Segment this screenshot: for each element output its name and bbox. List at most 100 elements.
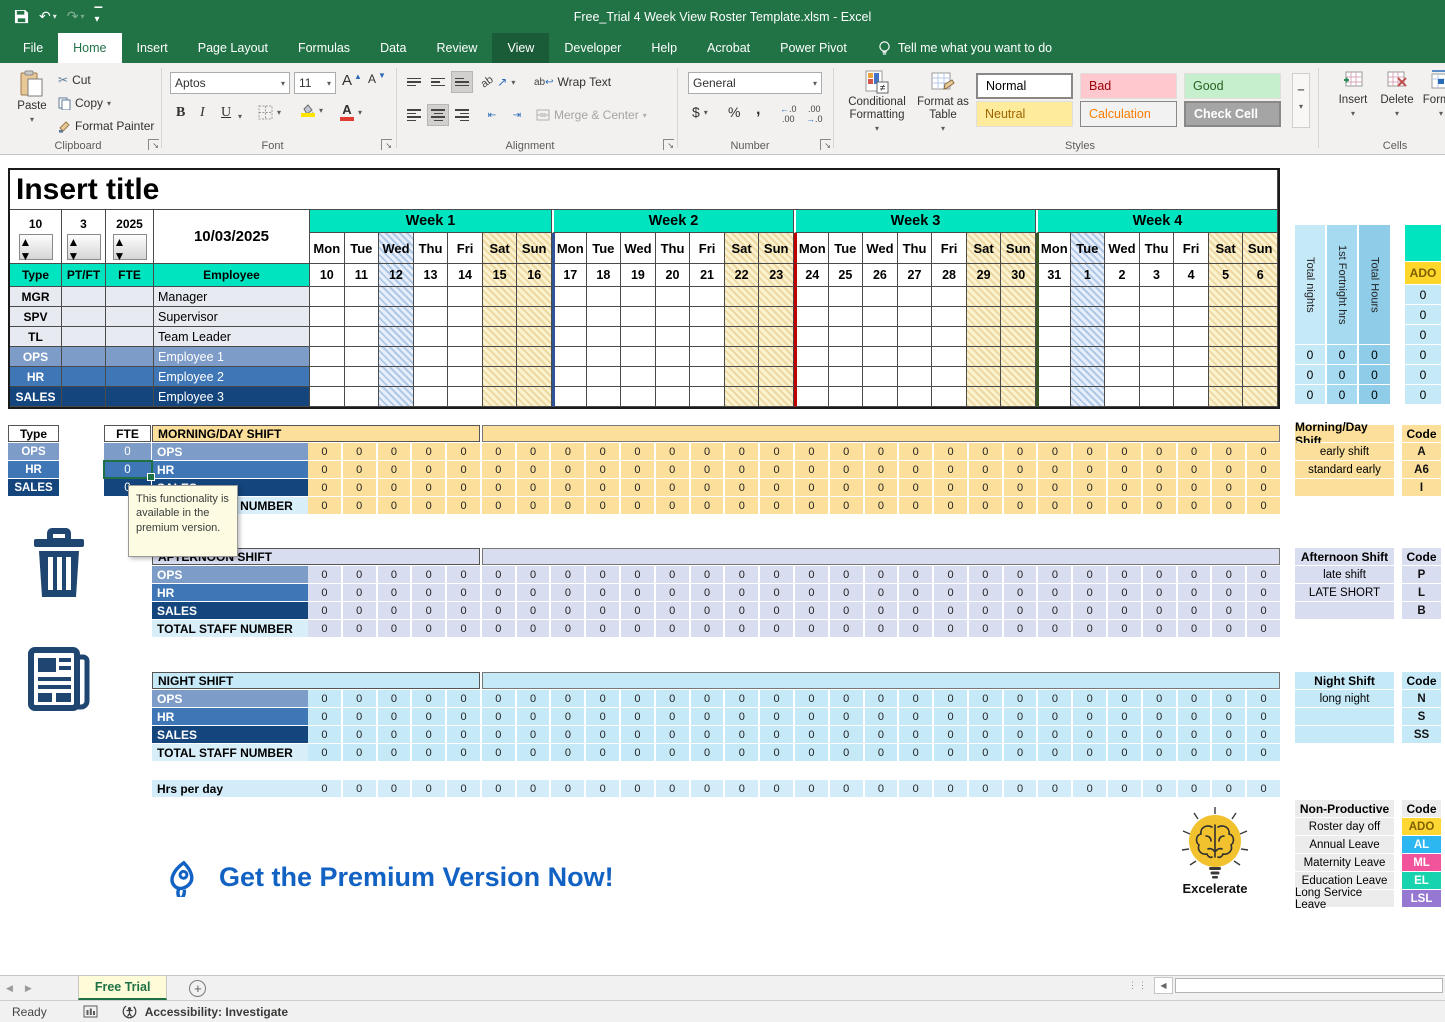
day-name-cell[interactable]: Sat [1209,233,1244,264]
date-header-cell[interactable]: 12 [379,264,414,287]
number-dialog-launcher[interactable]: ↘ [820,139,831,150]
day-name-cell[interactable]: Thu [898,233,933,264]
shift-cell[interactable]: 0 [551,620,584,637]
align-left-button[interactable] [403,104,425,126]
hrs-cell[interactable]: 0 [412,780,445,797]
hrs-cell[interactable]: 0 [1073,780,1106,797]
delete-cells-button[interactable]: Delete▾ [1376,70,1418,118]
grid-cell[interactable] [898,387,933,407]
roster-type-cell[interactable]: MGR [10,287,62,307]
grid-cell[interactable] [587,347,622,367]
shift-cell[interactable]: 0 [551,443,584,460]
shift-cell[interactable]: 0 [934,443,967,460]
3[interactable]: 3 [80,217,87,231]
scrollbar-splitter[interactable]: ⋮⋮ [1128,980,1148,991]
grid-cell[interactable] [345,347,380,367]
ado-value-cell[interactable]: 0 [1405,325,1441,344]
grid-cell[interactable] [1001,347,1036,367]
trash-icon[interactable] [30,527,88,599]
date-header-cell[interactable]: 17 [552,264,587,287]
shift-cell[interactable]: 0 [969,479,1002,496]
grid-cell[interactable] [932,347,967,367]
summary-value-cell[interactable]: 0 [1295,345,1325,364]
shift-cell[interactable]: 0 [865,479,898,496]
sheet-nav-left-icon[interactable]: ◀ [0,976,19,1000]
shift-cell[interactable]: 0 [586,443,619,460]
date-header-cell[interactable]: 22 [725,264,760,287]
shift-cell[interactable]: 0 [1108,497,1141,514]
shift-cell[interactable]: 0 [412,443,445,460]
grid-cell[interactable] [1174,387,1209,407]
shift-cell[interactable]: 0 [1073,443,1106,460]
shift-cell[interactable]: 0 [725,461,758,478]
shift-cell[interactable]: 0 [378,584,411,601]
grid-cell[interactable] [414,367,449,387]
shift-cell[interactable]: 0 [482,461,515,478]
shift-cell[interactable]: 0 [760,690,793,707]
shift-cell[interactable]: 0 [691,461,724,478]
day-name-cell[interactable]: Tue [345,233,380,264]
shift-cell[interactable]: 0 [725,566,758,583]
shift-cell[interactable]: 0 [865,497,898,514]
roster-type-cell[interactable]: OPS [10,347,62,367]
ado-value-cell[interactable]: 0 [1405,365,1441,384]
shift-cell[interactable]: 0 [656,479,689,496]
date-header-cell[interactable]: 25 [829,264,864,287]
spinner-buttons[interactable]: ▲▼ [19,234,53,260]
shift-cell[interactable]: 0 [482,443,515,460]
date-header-cell[interactable]: 31 [1036,264,1071,287]
shift-cell[interactable]: 0 [1247,708,1280,725]
shift-cell[interactable]: 0 [1247,602,1280,619]
shift-cell[interactable]: 0 [760,726,793,743]
shift-cell[interactable]: 0 [656,443,689,460]
spinner-down-icon[interactable]: ▼ [114,249,146,263]
shift-cell[interactable]: 0 [1212,443,1245,460]
grid-cell[interactable] [829,287,864,307]
grid-cell[interactable] [483,287,518,307]
grid-cell[interactable] [1001,387,1036,407]
shift-cell[interactable]: 0 [586,708,619,725]
spinner-down-icon[interactable]: ▼ [68,249,100,263]
shift-cell[interactable]: 0 [1108,479,1141,496]
shift-cell[interactable]: 0 [760,708,793,725]
shift-cell[interactable]: 0 [969,497,1002,514]
shift-cell[interactable]: 0 [1108,620,1141,637]
day-name-cell[interactable]: Mon [310,233,345,264]
spinner-up-icon[interactable]: ▲ [114,235,146,249]
shift-cell[interactable]: 0 [308,744,341,761]
align-top-button[interactable] [403,71,425,93]
roster-type-cell[interactable]: HR [10,367,62,387]
increase-indent-button[interactable]: ⇥ [506,104,528,126]
alignment-dialog-launcher[interactable]: ↘ [663,139,674,150]
shift-cell[interactable]: 0 [1212,620,1245,637]
roster-name-cell[interactable]: Manager [154,287,310,307]
shift-cell[interactable]: 0 [1004,584,1037,601]
date-header-cell[interactable]: 30 [1001,264,1036,287]
fill-color-button[interactable]: ▾ [300,103,323,117]
grid-cell[interactable] [517,367,552,387]
grid-cell[interactable] [863,287,898,307]
grid-cell[interactable] [587,367,622,387]
grid-cell[interactable] [517,287,552,307]
shift-cell[interactable]: 0 [1004,744,1037,761]
date-header-cell[interactable]: 23 [759,264,794,287]
roster-name-cell[interactable]: Employee 1 [154,347,310,367]
shift-cell[interactable]: 0 [1178,726,1211,743]
shift-cell[interactable]: 0 [865,726,898,743]
shift-cell[interactable]: 0 [899,497,932,514]
type-mini-cell[interactable]: SALES [8,479,59,496]
shift-cell[interactable]: 0 [865,461,898,478]
grid-cell[interactable] [1001,287,1036,307]
summary-value-cell[interactable]: 0 [1327,385,1357,404]
legend-code-cell[interactable]: I [1402,479,1441,496]
roster-name-cell[interactable]: Employee 2 [154,367,310,387]
shift-cell[interactable]: 0 [1178,744,1211,761]
shift-cell[interactable]: 0 [1073,584,1106,601]
shift-cell[interactable]: 0 [378,726,411,743]
shift-cell[interactable]: 0 [1143,744,1176,761]
date-header-cell[interactable]: 2 [1105,264,1140,287]
hrs-cell[interactable]: 0 [551,780,584,797]
shift-cell[interactable]: 0 [1004,443,1037,460]
shift-cell[interactable]: 0 [1038,708,1071,725]
roster-name-cell[interactable]: Supervisor [154,307,310,327]
